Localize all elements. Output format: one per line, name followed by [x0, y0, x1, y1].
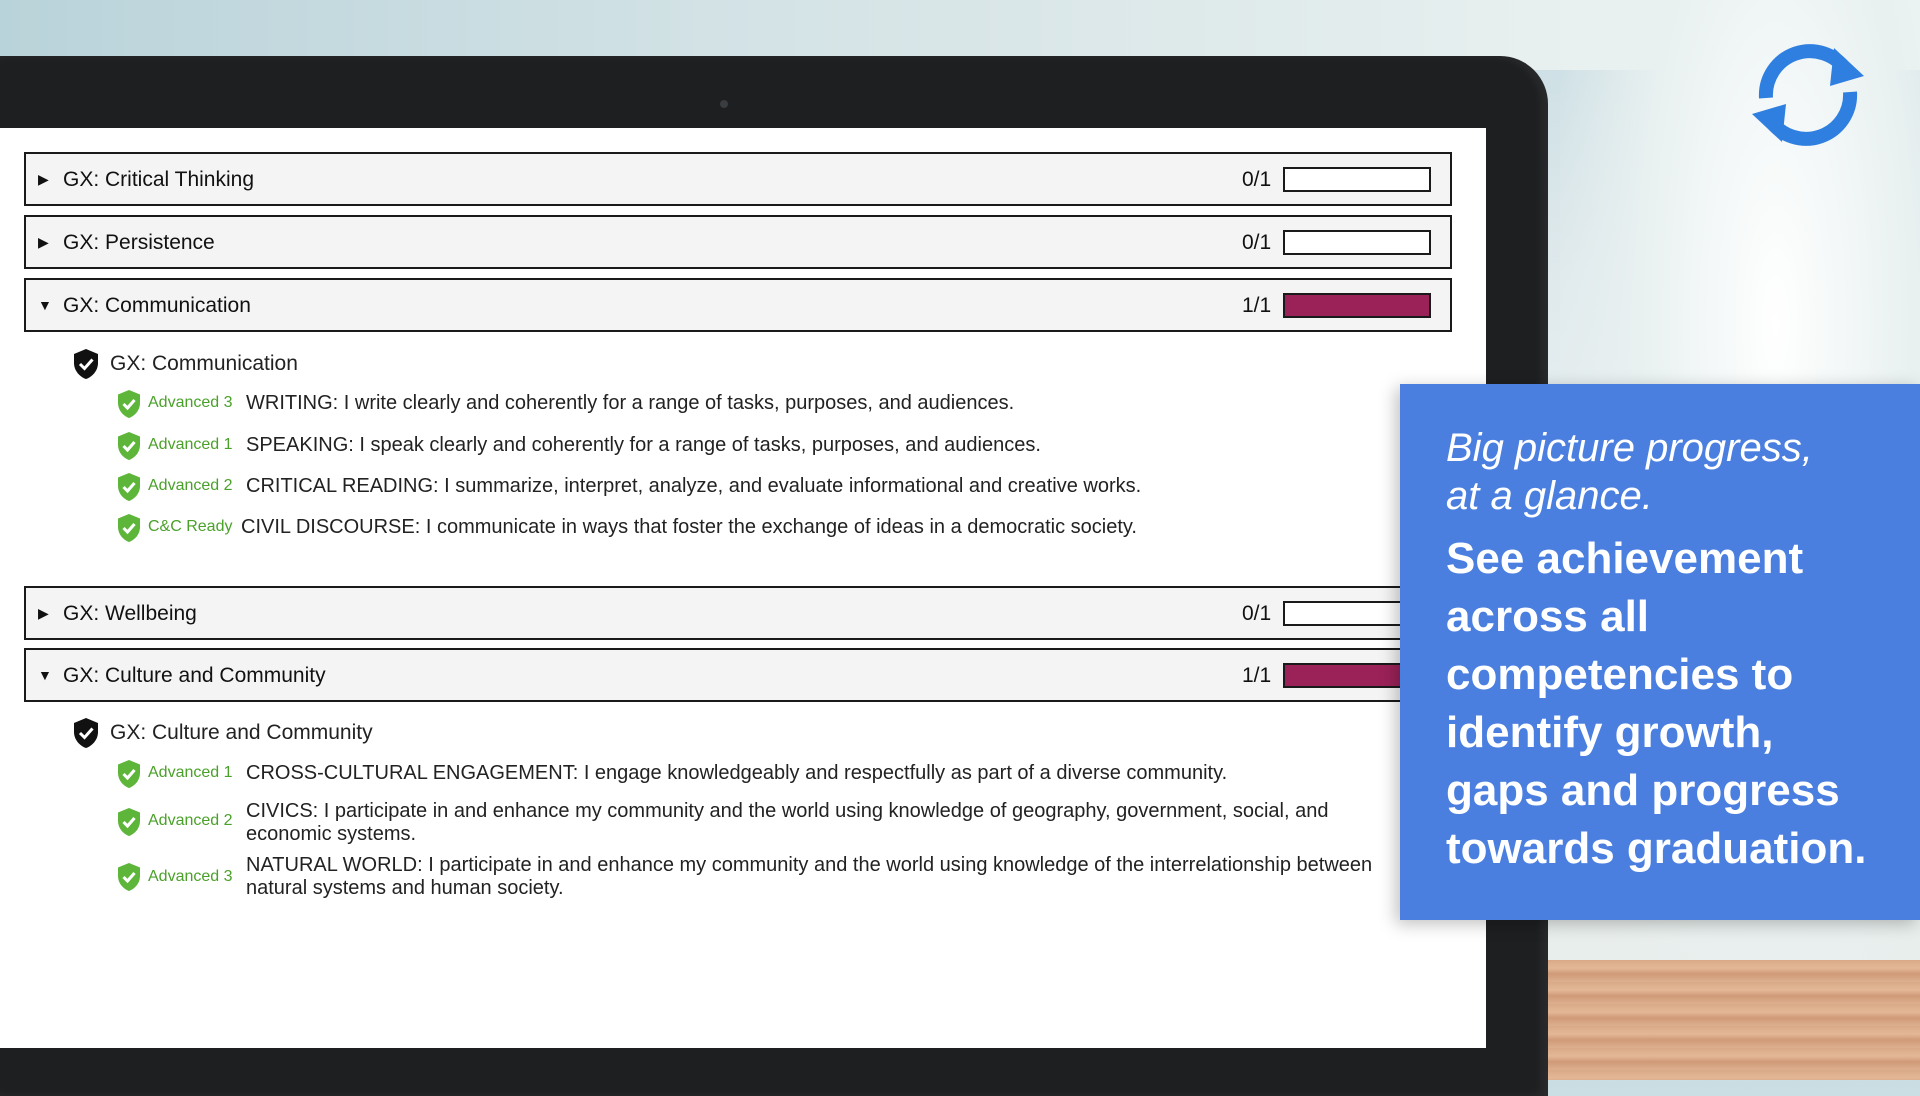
standard-text: CRITICAL READING: I summarize, interpret… — [246, 475, 1142, 497]
standard-text: WRITING: I write clearly and coherently … — [246, 392, 1015, 414]
green-shield-check-icon — [118, 432, 140, 460]
competency-count: 0/1 — [1242, 231, 1272, 254]
level-badge: Advanced 3 — [148, 868, 233, 885]
shield-check-icon — [74, 349, 98, 379]
competency-title: GX: Culture and Community — [63, 664, 326, 687]
competency-title: GX: Critical Thinking — [63, 168, 255, 191]
green-shield-check-icon — [118, 863, 140, 891]
webcam — [720, 100, 728, 108]
level-badge: Advanced 1 — [148, 436, 233, 453]
progress-bar-fill — [1285, 295, 1429, 316]
green-shield-check-icon — [118, 808, 140, 836]
laptop-screen: ▶ GX: Critical Thinking 0/1 ▶ GX: Persis… — [0, 128, 1486, 1048]
sync-icon — [1752, 44, 1864, 146]
level-badge: Advanced 2 — [148, 477, 233, 494]
competency-row-culture-and-community[interactable]: ▼ GX: Culture and Community 1/1 — [24, 648, 1452, 702]
standard-text: CROSS-CULTURAL ENGAGEMENT: I engage know… — [246, 762, 1228, 784]
competency-row-persistence[interactable]: ▶ GX: Persistence 0/1 — [24, 215, 1452, 269]
callout-tagline: Big picture progress, at a glance. — [1446, 424, 1890, 520]
competency-row-wellbeing[interactable]: ▶ GX: Wellbeing 0/1 — [24, 586, 1452, 640]
callout-body-line: identify growth, — [1446, 708, 1774, 757]
green-shield-check-icon — [118, 473, 140, 501]
group-title: GX: Culture and Community — [110, 721, 373, 744]
standard-text: CIVIL DISCOURSE: I communicate in ways t… — [241, 516, 1137, 538]
competency-count: 1/1 — [1242, 294, 1272, 317]
competency-count: 0/1 — [1242, 168, 1272, 191]
competency-row-communication[interactable]: ▼ GX: Communication 1/1 — [24, 278, 1452, 332]
competency-title: GX: Wellbeing — [63, 602, 197, 625]
caret-right-icon[interactable]: ▶ — [38, 604, 54, 622]
competency-title: GX: Communication — [63, 294, 251, 317]
green-shield-check-icon — [118, 760, 140, 788]
caret-right-icon[interactable]: ▶ — [38, 233, 54, 251]
callout-body-line: towards graduation. — [1446, 824, 1867, 873]
callout-body-line: competencies to — [1446, 650, 1794, 699]
progress-bar — [1283, 230, 1431, 255]
competency-row-critical-thinking[interactable]: ▶ GX: Critical Thinking 0/1 — [24, 152, 1452, 206]
green-shield-check-icon — [118, 514, 140, 542]
wooden-desk — [1548, 960, 1920, 1080]
caret-down-icon[interactable]: ▼ — [38, 666, 54, 684]
standard-text: NATURAL WORLD: I participate in and enha… — [246, 854, 1373, 899]
standard-text: CIVICS: I participate in and enhance my … — [246, 800, 1329, 845]
callout-tagline-line2: at a glance. — [1446, 474, 1653, 518]
level-badge: Advanced 3 — [148, 394, 233, 411]
green-shield-check-icon — [118, 390, 140, 418]
standard-text: SPEAKING: I speak clearly and coherently… — [246, 434, 1041, 456]
level-badge: Advanced 2 — [148, 812, 233, 829]
caret-down-icon[interactable]: ▼ — [38, 296, 54, 314]
marketing-callout: Big picture progress, at a glance. See a… — [1400, 384, 1920, 920]
callout-tagline-line1: Big picture progress, — [1446, 426, 1813, 470]
callout-body-line: gaps and progress — [1446, 766, 1840, 815]
callout-body-line: See achievement — [1446, 534, 1804, 583]
caret-right-icon[interactable]: ▶ — [38, 170, 54, 188]
callout-body-line: across all — [1446, 592, 1650, 641]
competency-count: 1/1 — [1242, 664, 1272, 687]
shield-check-icon — [74, 718, 98, 748]
level-badge: Advanced 1 — [148, 764, 233, 781]
callout-body: See achievement across all competencies … — [1446, 530, 1890, 878]
competency-count: 0/1 — [1242, 602, 1272, 625]
level-badge: C&C Ready — [148, 518, 233, 535]
group-title: GX: Communication — [110, 352, 298, 375]
competency-title: GX: Persistence — [63, 231, 215, 254]
progress-bar — [1283, 293, 1431, 318]
progress-bar — [1283, 167, 1431, 192]
